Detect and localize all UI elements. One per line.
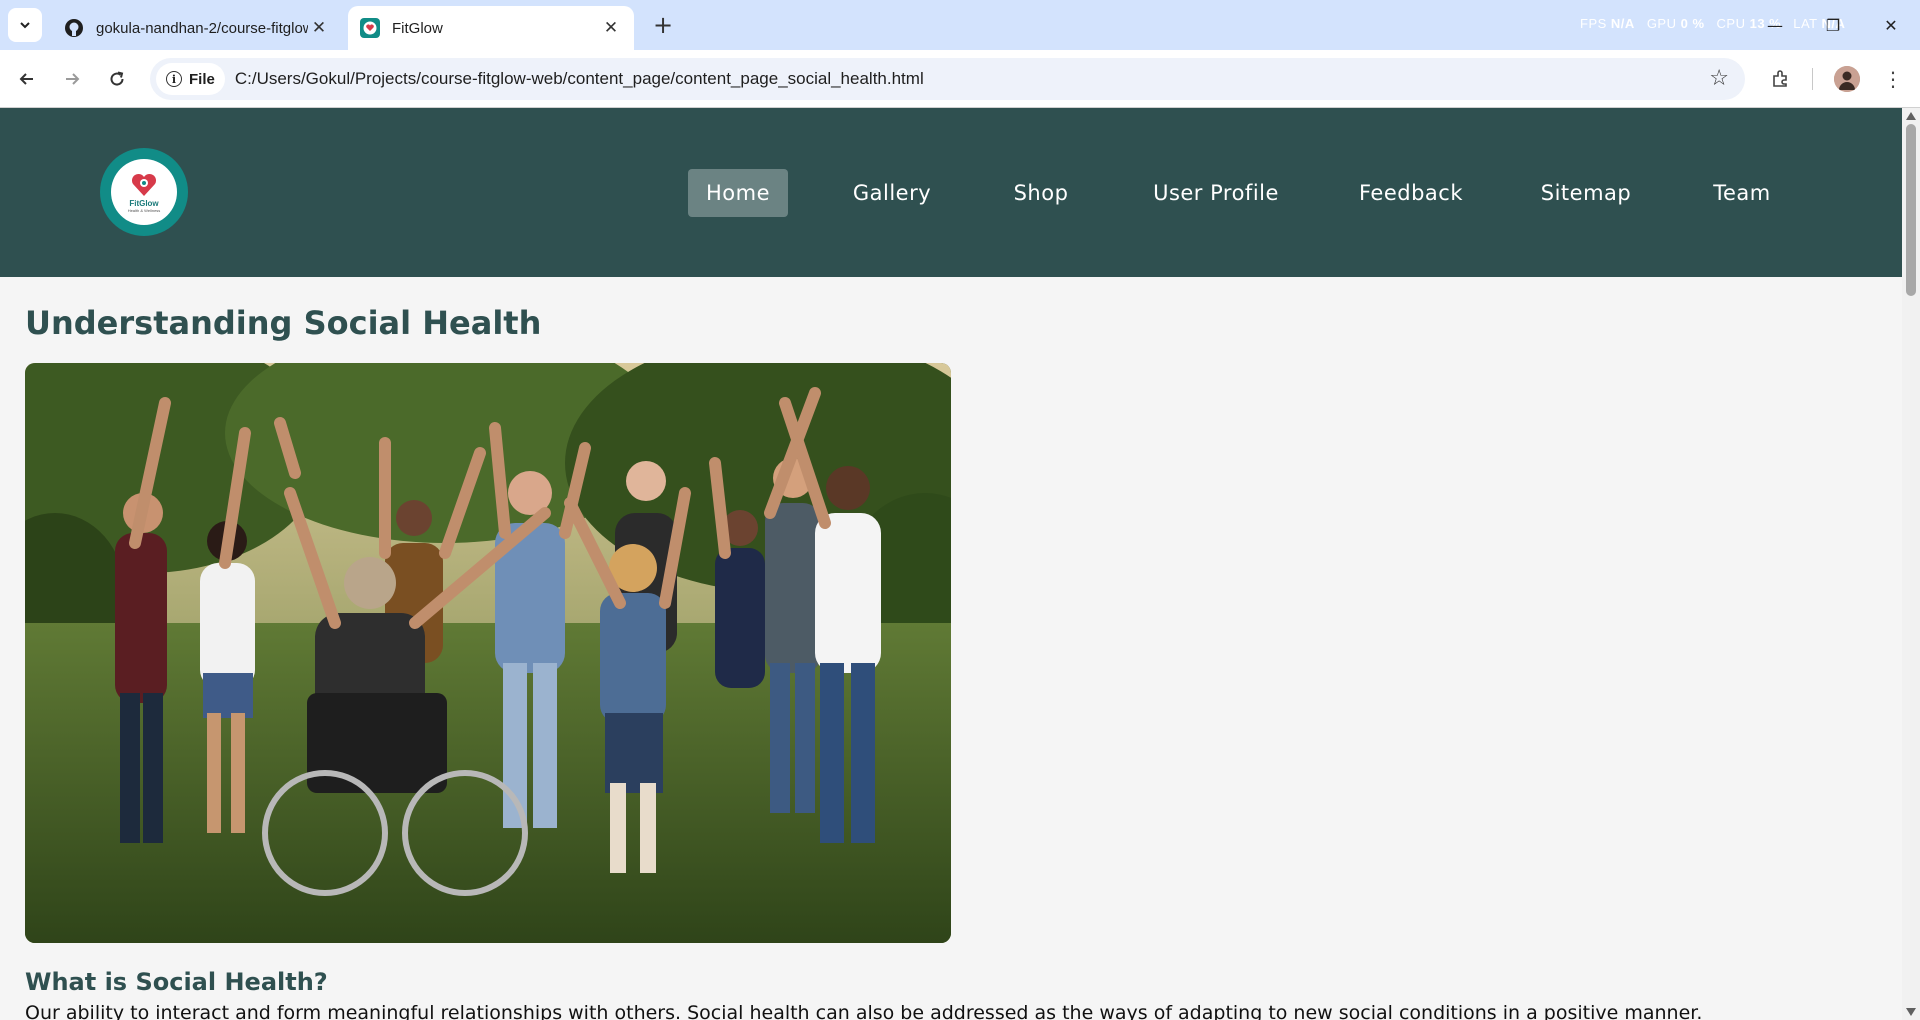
main-nav: Home Gallery Shop User Profile Feedback …	[0, 169, 1902, 217]
nav-team[interactable]: Team	[1696, 169, 1788, 217]
fps-label: FPS	[1580, 16, 1607, 31]
tab-fitglow[interactable]: FitGlow ✕	[348, 6, 634, 50]
nav-gallery[interactable]: Gallery	[838, 169, 946, 217]
nav-sitemap[interactable]: Sitemap	[1526, 169, 1646, 217]
page-title: Understanding Social Health	[25, 304, 542, 342]
nav-user-profile[interactable]: User Profile	[1136, 169, 1296, 217]
bookmark-star-icon[interactable]: ☆	[1709, 66, 1729, 91]
gpu-label: GPU	[1646, 16, 1677, 31]
url-text[interactable]: C:/Users/Gokul/Projects/course-fitglow-w…	[235, 69, 924, 89]
close-icon[interactable]: ✕	[600, 17, 622, 39]
scrollbar-thumb[interactable]	[1906, 124, 1916, 296]
window-controls: — ❐ ✕	[1746, 0, 1920, 50]
scroll-up-icon[interactable]	[1906, 112, 1916, 120]
tab-title: gokula-nandhan-2/course-fitglow	[96, 19, 308, 37]
new-tab-button[interactable]: +	[648, 10, 678, 40]
avatar	[1834, 66, 1860, 92]
page-viewport: FitGlow Health & Wellness Home Gallery S…	[0, 108, 1902, 1020]
tab-github[interactable]: gokula-nandhan-2/course-fitglow ✕	[52, 6, 342, 50]
toolbar-divider	[1812, 68, 1813, 90]
nav-feedback[interactable]: Feedback	[1346, 169, 1476, 217]
section-heading: What is Social Health?	[25, 968, 328, 996]
kebab-menu-icon[interactable]: ⋮	[1876, 62, 1910, 96]
nav-shop[interactable]: Shop	[996, 169, 1086, 217]
cpu-label: CPU	[1716, 16, 1746, 31]
scroll-down-icon[interactable]	[1906, 1008, 1916, 1016]
address-bar[interactable]: i File C:/Users/Gokul/Projects/course-fi…	[150, 58, 1745, 100]
back-icon[interactable]	[10, 62, 44, 96]
profile-button[interactable]	[1830, 62, 1864, 96]
site-header: FitGlow Health & Wellness Home Gallery S…	[0, 108, 1902, 277]
section-body: Our ability to interact and form meaning…	[25, 1002, 1703, 1020]
forward-icon[interactable]	[55, 62, 89, 96]
tab-title: FitGlow	[392, 19, 443, 37]
restore-icon[interactable]: ❐	[1804, 0, 1862, 50]
github-icon	[64, 18, 84, 38]
fitglow-icon	[360, 18, 380, 38]
extensions-icon[interactable]	[1764, 62, 1798, 96]
site-info-chip[interactable]: i File	[156, 63, 225, 95]
info-icon: i	[166, 71, 182, 87]
close-window-icon[interactable]: ✕	[1862, 0, 1920, 50]
hero-image	[25, 363, 951, 943]
minimize-icon[interactable]: —	[1746, 0, 1804, 50]
browser-toolbar: i File C:/Users/Gokul/Projects/course-fi…	[0, 50, 1920, 108]
reload-icon[interactable]	[100, 62, 134, 96]
nav-home[interactable]: Home	[688, 169, 788, 217]
close-icon[interactable]: ✕	[308, 17, 330, 39]
gpu-value: 0 %	[1680, 16, 1705, 31]
fps-value: N/A	[1610, 16, 1635, 31]
tab-strip: gokula-nandhan-2/course-fitglow ✕ FitGlo…	[0, 0, 1920, 50]
scheme-label: File	[189, 70, 215, 88]
chevron-down-icon	[20, 22, 30, 29]
page-scrollbar[interactable]	[1902, 108, 1920, 1020]
tab-search-button[interactable]	[8, 8, 42, 42]
